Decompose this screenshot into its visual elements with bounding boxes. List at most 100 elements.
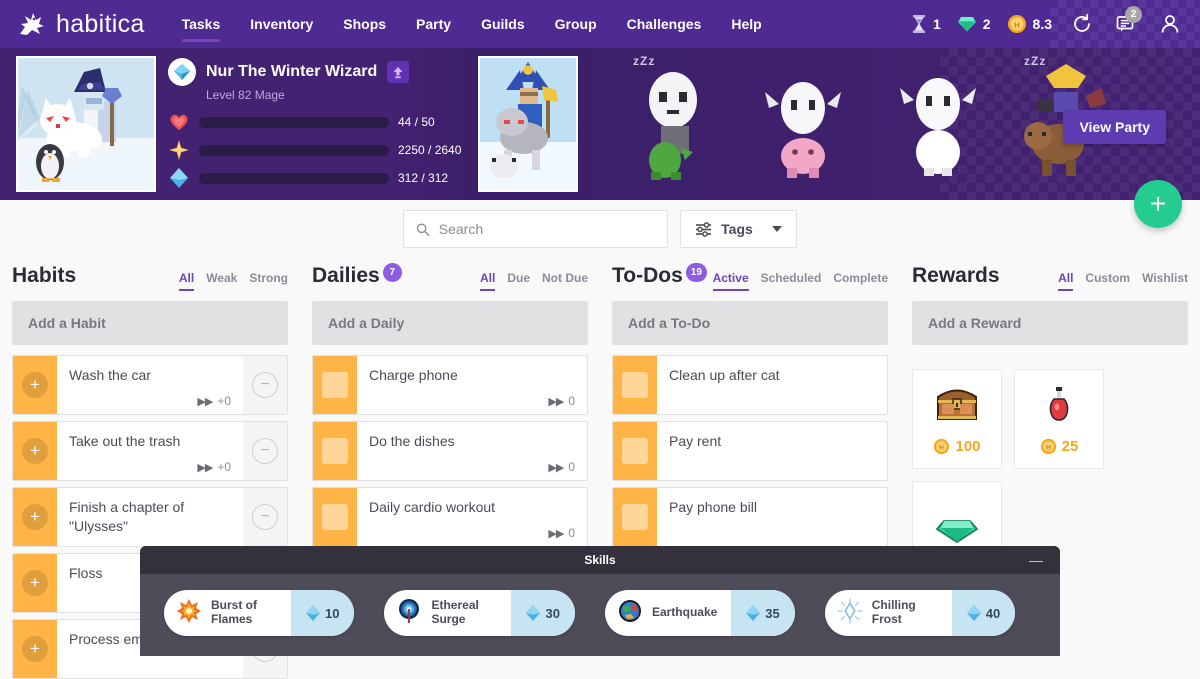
skill-button[interactable]: Burst of Flames 10 <box>164 590 355 636</box>
filter-rewards-all[interactable]: All <box>1058 271 1074 291</box>
add-habits-input[interactable]: Add a Habit <box>12 301 288 345</box>
skill-button[interactable]: Ethereal Surge 30 <box>384 590 575 636</box>
task-checkbox[interactable] <box>613 356 657 414</box>
svg-text:H: H <box>1014 20 1019 29</box>
column-badge-dailies: 7 <box>382 263 402 282</box>
sleep-indicator-2: zZz <box>633 54 656 68</box>
mana-diamond-icon <box>168 168 190 188</box>
star-icon <box>168 140 190 160</box>
party-member-3[interactable] <box>755 56 855 192</box>
party-member-self[interactable] <box>478 56 578 192</box>
habit-plus-button[interactable]: + <box>13 356 57 414</box>
filter-habits-strong[interactable]: Strong <box>249 271 288 291</box>
column-filters-habits: All Weak Strong <box>178 271 288 291</box>
task-title: Daily cardio workout <box>369 499 496 515</box>
task-checkbox[interactable] <box>313 422 357 480</box>
skill-name: Chilling Frost <box>871 598 916 626</box>
column-badge-todos: 19 <box>685 263 707 282</box>
column-header-habits: Habits All Weak Strong <box>12 258 288 301</box>
task-title: Clean up after cat <box>669 367 780 383</box>
habit-minus-button[interactable]: − <box>243 422 287 480</box>
task-row[interactable]: + Finish a chapter of "Ulysses" − <box>12 487 288 547</box>
skills-minimize-button[interactable]: — <box>1026 546 1046 574</box>
task-checkbox[interactable] <box>613 422 657 480</box>
filter-todos-scheduled[interactable]: Scheduled <box>761 271 822 291</box>
task-row[interactable]: Pay phone bill <box>612 487 888 547</box>
currency-gems[interactable]: 2 <box>957 15 991 33</box>
party-member-4[interactable] <box>890 56 990 192</box>
level-up-arrow-icon[interactable] <box>387 61 410 83</box>
nav-link-inventory[interactable]: Inventory <box>235 0 328 48</box>
currency-gold[interactable]: H 8.3 <box>1007 14 1052 34</box>
filter-dailies-not-due[interactable]: Not Due <box>542 271 588 291</box>
column-filters-todos: Active Scheduled Complete <box>712 271 888 291</box>
tags-label: Tags <box>721 221 753 237</box>
filter-rewards-custom[interactable]: Custom <box>1085 271 1130 291</box>
hourglass-icon <box>912 15 925 33</box>
minus-icon: − <box>252 504 278 530</box>
task-row[interactable]: Clean up after cat <box>612 355 888 415</box>
brand-logo[interactable]: habitica <box>0 10 145 39</box>
task-checkbox[interactable] <box>313 356 357 414</box>
task-body: Do the dishes ▶▶ 0 <box>357 422 587 480</box>
filter-habits-weak[interactable]: Weak <box>206 271 237 291</box>
task-row[interactable]: + Take out the trash ▶▶ +0 − <box>12 421 288 481</box>
task-checkbox[interactable] <box>313 488 357 546</box>
checkbox-icon <box>622 372 648 398</box>
messages-badge: 2 <box>1125 6 1142 23</box>
nav-link-group[interactable]: Group <box>540 0 612 48</box>
filter-todos-complete[interactable]: Complete <box>833 271 888 291</box>
nav-link-help[interactable]: Help <box>716 0 776 48</box>
user-avatar-icon <box>1161 15 1179 33</box>
tags-dropdown-button[interactable]: Tags <box>680 210 797 248</box>
profile-button[interactable] <box>1150 0 1190 48</box>
search-input[interactable] <box>438 221 656 237</box>
filter-dailies-all[interactable]: All <box>479 271 496 291</box>
player-avatar-winter-wizard[interactable] <box>16 56 156 192</box>
task-row[interactable]: Do the dishes ▶▶ 0 <box>312 421 588 481</box>
task-row[interactable]: + Wash the car ▶▶ +0 − <box>12 355 288 415</box>
search-input-wrapper[interactable] <box>403 210 669 248</box>
messages-button[interactable]: 2 <box>1106 0 1146 48</box>
task-row[interactable]: Charge phone ▶▶ 0 <box>312 355 588 415</box>
habit-plus-button[interactable]: + <box>13 488 57 546</box>
task-body: Wash the car ▶▶ +0 <box>57 356 243 414</box>
filter-rewards-wishlist[interactable]: Wishlist <box>1142 271 1188 291</box>
add-dailies-input[interactable]: Add a Daily <box>312 301 588 345</box>
add-todos-input[interactable]: Add a To-Do <box>612 301 888 345</box>
habit-minus-button[interactable]: − <box>243 356 287 414</box>
habit-plus-button[interactable]: + <box>13 422 57 480</box>
reward-card[interactable]: H 25 <box>1014 369 1104 469</box>
reward-price: H 100 <box>933 438 981 455</box>
add-rewards-input[interactable]: Add a Reward <box>912 301 1188 345</box>
character-stats-panel: Nur The Winter Wizard Level 82 Mage 44 /… <box>168 58 468 196</box>
filter-habits-all[interactable]: All <box>178 271 195 291</box>
mana-diamond-icon <box>306 605 320 621</box>
task-row[interactable]: Daily cardio workout ▶▶ 0 <box>312 487 588 547</box>
add-task-fab[interactable]: + <box>1134 180 1182 228</box>
task-streak: ▶▶ 0 <box>548 460 575 474</box>
filter-todos-active[interactable]: Active <box>712 271 749 291</box>
nav-link-tasks[interactable]: Tasks <box>167 0 236 48</box>
task-row[interactable]: Pay rent <box>612 421 888 481</box>
currency-hourglass[interactable]: 1 <box>911 14 941 34</box>
nav-link-challenges[interactable]: Challenges <box>612 0 717 48</box>
skill-button[interactable]: Earthquake 35 <box>604 590 795 636</box>
task-checkbox[interactable] <box>613 488 657 546</box>
sync-button[interactable] <box>1062 0 1102 48</box>
habit-plus-button[interactable]: + <box>13 620 57 678</box>
skill-info: Burst of Flames <box>164 598 291 629</box>
chilling-frost-icon <box>837 597 863 629</box>
party-member-2[interactable]: zZz <box>625 54 725 192</box>
view-party-button[interactable]: View Party <box>1063 110 1166 144</box>
nav-link-guilds[interactable]: Guilds <box>466 0 540 48</box>
filter-dailies-due[interactable]: Due <box>507 271 530 291</box>
nav-link-party[interactable]: Party <box>401 0 466 48</box>
habit-minus-button[interactable]: − <box>243 488 287 546</box>
skill-mana-cost: 35 <box>731 590 795 636</box>
nav-link-shops[interactable]: Shops <box>328 0 401 48</box>
reward-card[interactable]: H 100 <box>912 369 1002 469</box>
fast-forward-icon: ▶▶ <box>197 395 213 408</box>
habit-plus-button[interactable]: + <box>13 554 57 612</box>
skill-button[interactable]: Chilling Frost 40 <box>824 590 1016 636</box>
